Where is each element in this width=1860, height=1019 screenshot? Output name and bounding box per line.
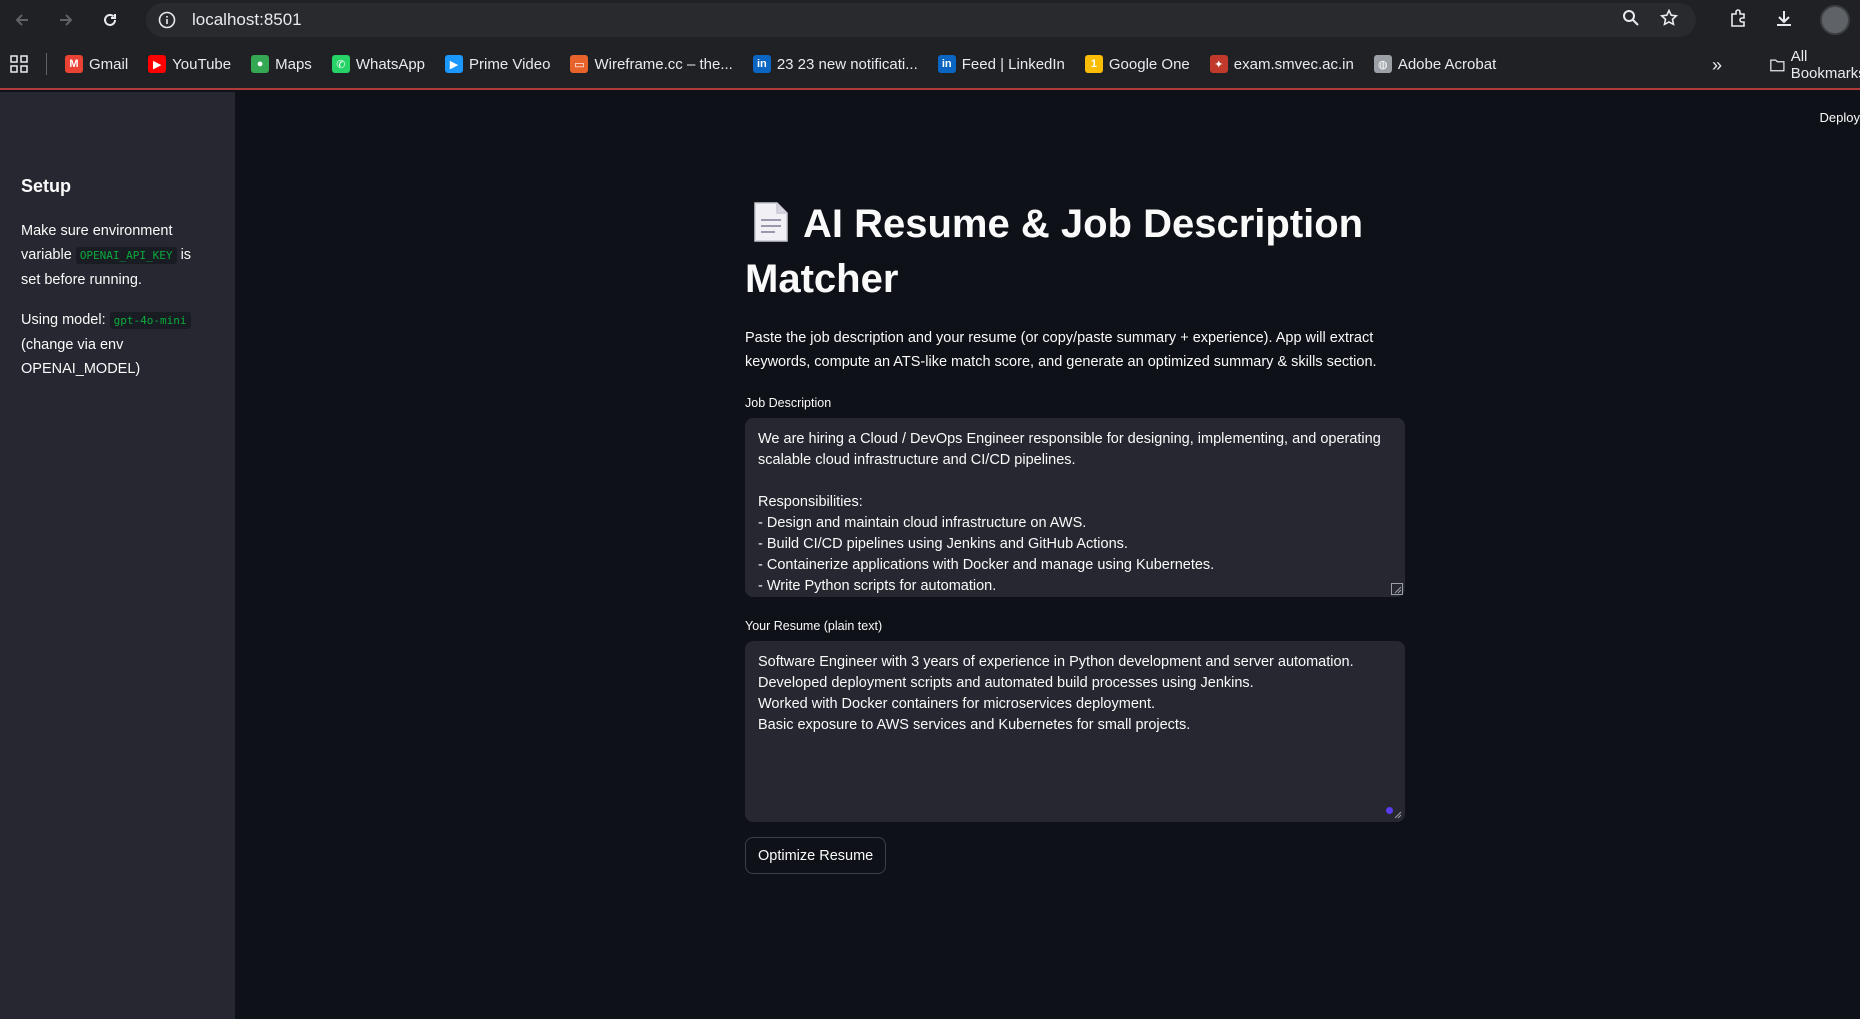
- job-description-wrapper: [745, 418, 1405, 597]
- bookmark-item[interactable]: ▶ YouTube: [138, 39, 241, 89]
- bookmark-item[interactable]: ▭ Wireframe.cc – the...: [560, 39, 742, 89]
- apps-button[interactable]: [0, 39, 38, 89]
- resize-handle-icon[interactable]: [1391, 808, 1403, 820]
- bookmark-item[interactable]: in Feed | LinkedIn: [928, 39, 1075, 89]
- reload-icon: [104, 13, 116, 26]
- bookmark-item[interactable]: ✦ exam.smvec.ac.in: [1200, 39, 1364, 89]
- model-text-after: (change via env OPENAI_MODEL): [21, 337, 141, 377]
- maps-icon: ●: [251, 55, 270, 73]
- deploy-button[interactable]: Deploy: [1820, 110, 1860, 125]
- resize-handle-icon[interactable]: [1391, 583, 1403, 595]
- document-icon: [753, 201, 789, 255]
- google-one-icon: 1: [1084, 55, 1103, 73]
- model-code: gpt-4o-mini: [109, 312, 191, 329]
- gmail-icon: M: [65, 55, 83, 73]
- page-title: AI Resume & Job Description Matcher: [745, 200, 1405, 304]
- youtube-icon: ▶: [148, 55, 167, 73]
- arrow-left-icon: [15, 14, 28, 26]
- bookmarks-bar: M Gmail ▶ YouTube ● Maps ✆ WhatsApp ▶ Prime Video…: [0, 40, 1860, 90]
- bookmarks-divider: [46, 53, 47, 75]
- resume-label: Your Resume (plain text): [745, 619, 883, 633]
- bookmark-label: exam.smvec.ac.in: [1233, 55, 1354, 73]
- bookmark-label: Google One: [1108, 55, 1190, 73]
- page-title-text: AI Resume & Job Description Matcher: [745, 202, 1364, 301]
- apps-grid-icon: [10, 55, 28, 73]
- reload-button[interactable]: [88, 0, 132, 40]
- download-icon[interactable]: [1774, 8, 1794, 33]
- site-info-icon[interactable]: [156, 9, 178, 31]
- bookmark-label: Adobe Acrobat: [1397, 55, 1497, 73]
- env-var-code: OPENAI_API_KEY: [75, 247, 177, 264]
- wireframe-icon: ▭: [570, 55, 589, 73]
- bookmark-item[interactable]: in 23 23 new notificati...: [743, 39, 928, 89]
- forward-button[interactable]: [44, 0, 88, 40]
- sidebar: Setup Make sure environment variable OPE…: [0, 92, 235, 1019]
- bookmark-label: Gmail: [89, 55, 129, 73]
- bookmark-item[interactable]: ● Maps: [241, 39, 322, 89]
- job-description-label: Job Description: [745, 396, 832, 410]
- url-text[interactable]: localhost:8501: [192, 10, 302, 30]
- sidebar-heading: Setup: [21, 176, 72, 196]
- resume-textarea[interactable]: [745, 641, 1405, 822]
- prime-video-icon: ▶: [445, 55, 464, 73]
- whatsapp-icon: ✆: [331, 55, 350, 73]
- bookmark-label: Wireframe.cc – the...: [594, 55, 733, 73]
- bookmark-item[interactable]: 1 Google One: [1075, 39, 1200, 89]
- bookmark-label: Feed | LinkedIn: [961, 55, 1065, 73]
- back-button[interactable]: [0, 0, 44, 40]
- globe-icon: ◍: [1373, 55, 1392, 73]
- bookmark-label: WhatsApp: [355, 55, 426, 73]
- all-bookmarks-label: All Bookmarks: [1790, 48, 1860, 82]
- bookmark-item[interactable]: ✆ WhatsApp: [322, 39, 435, 89]
- bookmark-label: Prime Video: [469, 55, 551, 73]
- address-bar[interactable]: localhost:8501: [146, 3, 1696, 37]
- profile-avatar[interactable]: [1820, 5, 1850, 35]
- resume-wrapper: [745, 641, 1405, 822]
- env-instructions: Make sure environment variable OPENAI_AP…: [21, 219, 214, 292]
- smvec-icon: ✦: [1209, 55, 1228, 73]
- all-bookmarks-button[interactable]: All Bookmarks: [1770, 40, 1860, 90]
- linkedin-icon: in: [937, 55, 956, 73]
- linkedin-icon: in: [752, 55, 771, 73]
- model-text-before: Using model:: [21, 312, 106, 328]
- bookmark-item[interactable]: ◍ Adobe Acrobat: [1364, 39, 1506, 89]
- browser-toolbar: localhost:8501: [0, 0, 1860, 40]
- main-content: AI Resume & Job Description Matcher Past…: [745, 200, 1405, 874]
- optimize-resume-button[interactable]: Optimize Resume: [745, 837, 887, 874]
- extensions-icon[interactable]: [1728, 8, 1748, 33]
- bookmark-label: Maps: [275, 55, 312, 73]
- model-info: Using model: gpt-4o-mini (change via env…: [21, 308, 214, 381]
- bookmark-item[interactable]: ▶ Prime Video: [435, 39, 560, 89]
- star-bookmark-icon[interactable]: [1659, 8, 1679, 32]
- zoom-icon[interactable]: [1622, 9, 1640, 32]
- folder-icon: [1770, 59, 1785, 72]
- arrow-right-icon: [60, 14, 73, 26]
- job-description-textarea[interactable]: [745, 418, 1405, 597]
- bookmark-item[interactable]: M Gmail: [55, 39, 138, 89]
- bookmark-label: 23 23 new notificati...: [776, 55, 918, 73]
- intro-text: Paste the job description and your resum…: [745, 330, 1377, 370]
- more-bookmarks-icon[interactable]: »: [1712, 40, 1722, 90]
- bookmark-label: YouTube: [172, 55, 232, 73]
